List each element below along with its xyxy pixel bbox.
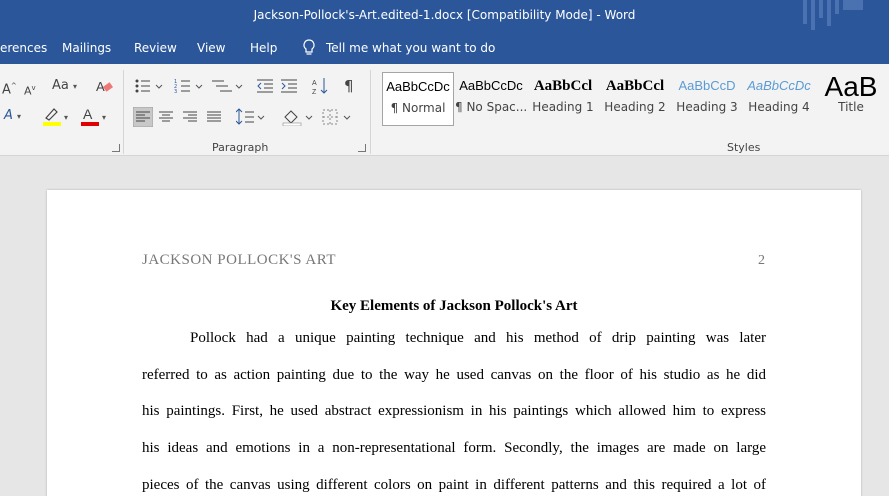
- document-page[interactable]: JACKSON POLLOCK'S ART 2 Key Elements of …: [47, 190, 861, 496]
- grow-font-button[interactable]: A^: [2, 78, 17, 98]
- style-name: ¶ Normal: [390, 101, 446, 115]
- style-name: Title: [838, 100, 864, 114]
- tell-me-search[interactable]: Tell me what you want to do: [302, 39, 495, 57]
- font-color-dropdown-icon[interactable]: ▾: [102, 110, 106, 126]
- bullets-icon[interactable]: [134, 78, 164, 94]
- style-sample: AaBbCcl: [605, 78, 665, 94]
- ribbon: A^ Av Aa ▾ A A ▾ ▾ A ▾ 1 2 3 A Z ¶ Parag…: [0, 64, 889, 156]
- style-name: Heading 2: [604, 100, 666, 114]
- style-name: Heading 3: [676, 100, 738, 114]
- svg-text:Z: Z: [312, 89, 317, 95]
- align-left-icon[interactable]: [133, 107, 153, 127]
- shrink-font-button[interactable]: Av: [24, 80, 36, 100]
- body-text-line: his paintings. First, he used abstract e…: [142, 403, 766, 419]
- style-heading-2[interactable]: AaBbCcl Heading 2: [599, 72, 671, 126]
- section-heading: Key Elements of Jackson Pollock's Art: [330, 298, 578, 314]
- style-no-spacing[interactable]: AaBbCcDc ¶ No Spac...: [455, 72, 527, 126]
- styles-group-label: Styles: [727, 141, 761, 154]
- window-title: Jackson-Pollock's-Art.edited-1.docx [Com…: [253, 8, 636, 22]
- body-text-line: his ideas and emotions in a non-represen…: [142, 440, 766, 456]
- align-right-icon[interactable]: [182, 109, 198, 125]
- running-header-title: JACKSON POLLOCK'S ART: [142, 252, 337, 268]
- highlight-dropdown-icon[interactable]: ▾: [64, 110, 68, 126]
- align-center-icon[interactable]: [158, 109, 174, 125]
- style-name: Heading 1: [532, 100, 594, 114]
- svg-text:3: 3: [174, 89, 177, 94]
- tab-review[interactable]: Review: [134, 41, 177, 55]
- change-case-button[interactable]: Aa ▾: [52, 78, 77, 95]
- change-case-icon: Aa: [52, 78, 69, 93]
- title-bar: Jackson-Pollock's-Art.edited-1.docx [Com…: [0, 0, 889, 33]
- show-formatting-marks-icon[interactable]: ¶: [344, 78, 354, 94]
- style-heading-4[interactable]: AaBbCcDc Heading 4: [743, 72, 815, 126]
- shrink-font-icon: A: [24, 84, 32, 98]
- justify-icon[interactable]: [206, 109, 222, 125]
- style-name: ¶ No Spac...: [455, 100, 527, 114]
- tab-references[interactable]: erences: [0, 41, 47, 55]
- group-divider: [123, 70, 124, 154]
- line-spacing-icon[interactable]: [236, 108, 266, 126]
- tab-mailings[interactable]: Mailings: [62, 41, 111, 55]
- style-sample: AaB: [824, 72, 878, 100]
- svg-text:A: A: [83, 106, 93, 122]
- body-text-line: Pollock had a unique painting technique …: [190, 330, 766, 346]
- grow-font-icon: A: [2, 82, 11, 98]
- style-normal[interactable]: AaBbCcDc ¶ Normal: [382, 72, 454, 126]
- tab-help[interactable]: Help: [250, 41, 277, 55]
- highlight-color-icon[interactable]: [42, 106, 64, 126]
- increase-indent-icon[interactable]: [281, 78, 299, 94]
- ribbon-tabs: erences Mailings Review View Help Tell m…: [0, 33, 889, 64]
- style-sample: AaBbCcDc: [386, 79, 450, 94]
- borders-icon[interactable]: [322, 108, 354, 126]
- clear-formatting-icon[interactable]: A: [96, 78, 114, 94]
- body-text-line: pieces of the canvas using different col…: [142, 477, 766, 493]
- decrease-indent-icon[interactable]: [257, 78, 275, 94]
- text-effects-icon: A: [4, 108, 13, 123]
- title-bar-decoration: [803, 0, 863, 30]
- style-sample: AaBbCcDc: [459, 78, 523, 93]
- text-effects-button[interactable]: A ▾: [4, 108, 21, 125]
- paragraph-dialog-launcher-icon[interactable]: [358, 144, 366, 152]
- style-sample: AaBbCcDc: [747, 78, 811, 93]
- numbering-icon[interactable]: 1 2 3: [174, 78, 204, 94]
- svg-text:A: A: [312, 80, 317, 87]
- paragraph-group-label: Paragraph: [212, 141, 269, 154]
- shading-icon[interactable]: [282, 108, 314, 126]
- tab-view[interactable]: View: [197, 41, 225, 55]
- style-heading-1[interactable]: AaBbCcl Heading 1: [527, 72, 599, 126]
- sort-icon[interactable]: A Z: [312, 77, 330, 95]
- body-text-line: referred to as action painting due to th…: [142, 367, 766, 383]
- style-sample: AaBbCcl: [533, 78, 593, 94]
- word-window: Jackson-Pollock's-Art.edited-1.docx [Com…: [0, 0, 889, 496]
- tell-me-label: Tell me what you want to do: [326, 41, 496, 55]
- style-title[interactable]: AaB Title: [815, 72, 887, 126]
- lightbulb-icon: [303, 39, 315, 55]
- multilevel-list-icon[interactable]: [212, 78, 244, 94]
- group-divider: [370, 70, 371, 154]
- style-name: Heading 4: [748, 100, 810, 114]
- page-number: 2: [758, 253, 765, 268]
- style-heading-3[interactable]: AaBbCcD Heading 3: [671, 72, 743, 126]
- style-sample: AaBbCcD: [678, 78, 736, 93]
- font-dialog-launcher-icon[interactable]: [112, 144, 120, 152]
- font-color-icon[interactable]: A: [80, 106, 100, 126]
